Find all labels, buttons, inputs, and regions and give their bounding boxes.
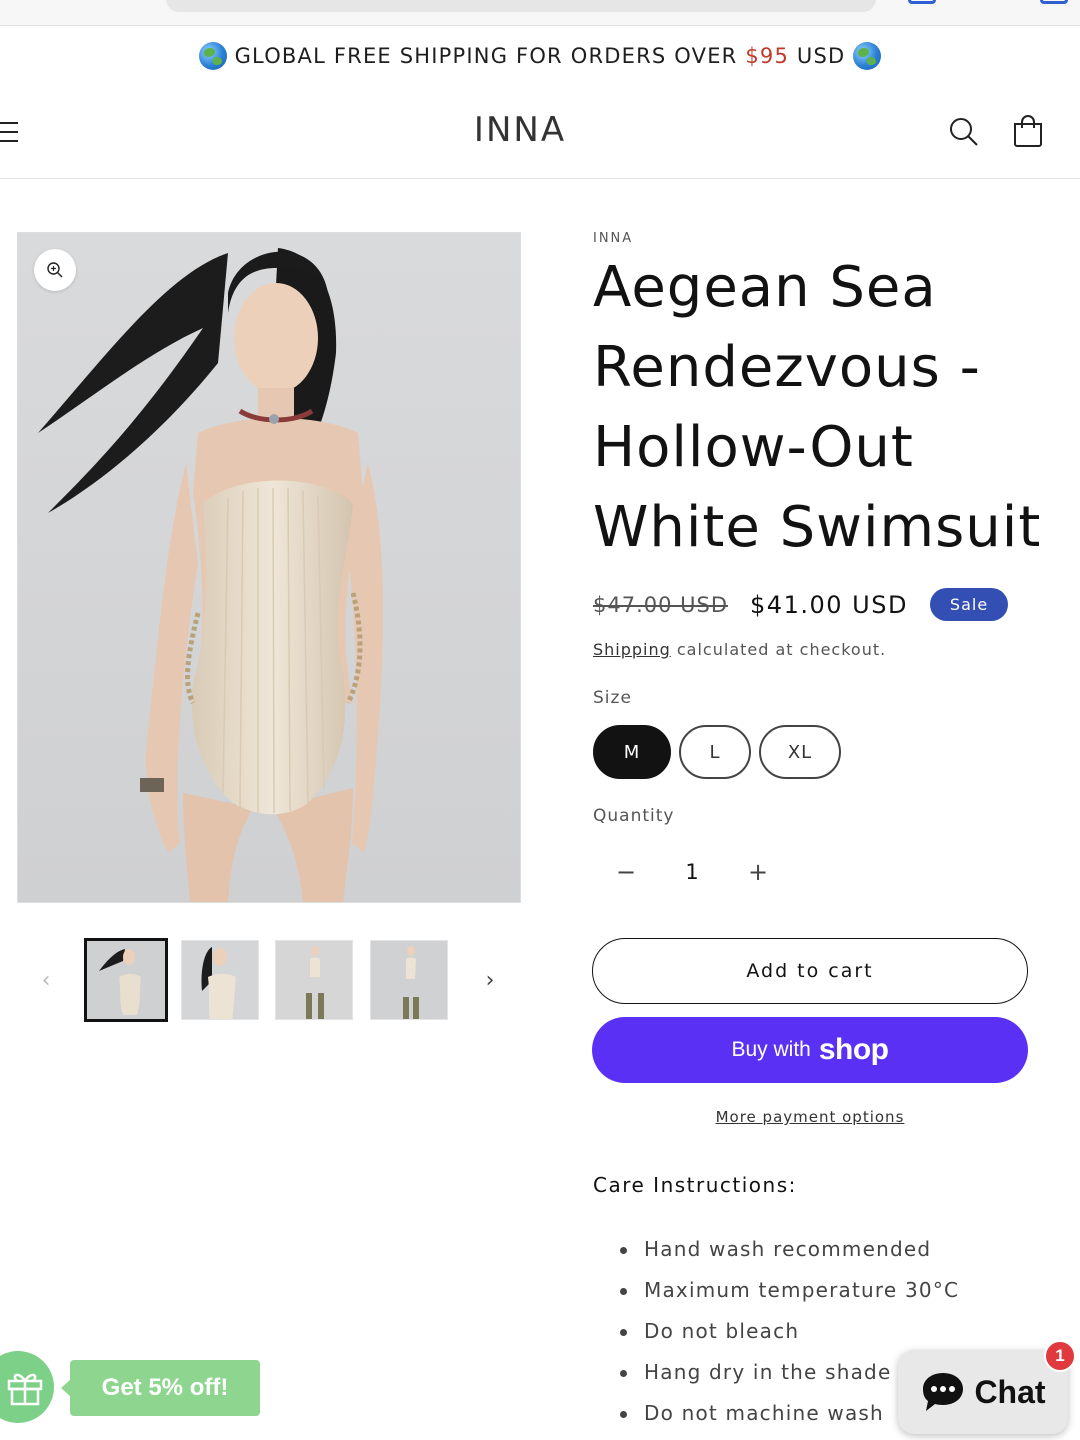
quantity-stepper: − 1 + [593, 840, 793, 904]
zoom-in-icon [47, 262, 63, 278]
product-title: Aegean Sea Rendezvous - Hollow-Out White… [593, 255, 1042, 560]
quantity-decrease-button[interactable]: − [593, 858, 659, 886]
zoom-button[interactable] [34, 249, 76, 291]
size-option-m[interactable]: M [593, 725, 671, 779]
browser-url-bar[interactable] [166, 0, 876, 12]
globe-icon [853, 42, 882, 70]
thumbnail-1[interactable] [84, 938, 168, 1022]
chevron-left-icon[interactable]: ‹ [36, 968, 56, 993]
more-payment-options-link[interactable]: More payment options [716, 1108, 905, 1126]
thumbnail-image [371, 941, 447, 1019]
browser-tab-icon[interactable] [1040, 0, 1068, 4]
sale-badge: Sale [929, 588, 1009, 621]
thumbnail-image [182, 941, 258, 1019]
thumbnail-image [276, 941, 352, 1019]
product-vendor: INNA [593, 231, 634, 246]
buy-with-label: Buy with [731, 1038, 811, 1061]
thumbnail-image [87, 941, 165, 1019]
browser-tab-icon[interactable] [908, 0, 936, 4]
buy-with-shop-button[interactable]: Buy with shop [592, 1017, 1028, 1083]
more-payment-options: More payment options [592, 1108, 1028, 1126]
chat-notification-badge: 1 [1044, 1340, 1076, 1372]
care-instructions-title: Care Instructions: [593, 1173, 797, 1197]
chat-widget-button[interactable]: Chat [898, 1350, 1068, 1434]
regular-price: $47.00 USD [593, 592, 729, 617]
size-label: Size [593, 688, 632, 708]
gift-icon [7, 1373, 43, 1406]
thumbnail-3[interactable] [275, 940, 353, 1020]
site-header: INNA [0, 86, 1080, 179]
shipping-link[interactable]: Shipping [593, 640, 671, 659]
gift-button[interactable] [0, 1351, 54, 1423]
chat-label: Chat [974, 1373, 1046, 1410]
thumbnail-slider: ‹ › [30, 938, 510, 1022]
shipping-note: Shipping calculated at checkout. [593, 640, 886, 659]
thumbnail-2[interactable] [181, 940, 259, 1020]
size-option-xl[interactable]: XL [759, 725, 841, 779]
globe-icon [198, 42, 227, 70]
thumbnail-4[interactable] [370, 940, 448, 1020]
quantity-label: Quantity [593, 806, 675, 826]
product-main-image[interactable] [17, 232, 521, 903]
chevron-right-icon[interactable]: › [480, 968, 500, 993]
size-option-l[interactable]: L [679, 725, 751, 779]
cart-icon[interactable] [1012, 114, 1044, 148]
price-row: $47.00 USD $41.00 USD Sale [593, 588, 1009, 621]
model-photo [38, 248, 384, 902]
size-options: M L XL [593, 725, 841, 779]
discount-promo-button[interactable]: Get 5% off! [61, 1360, 260, 1416]
list-item: Maximum temperature 30°C [620, 1270, 959, 1311]
shop-pay-logo: shop [818, 1033, 889, 1066]
quantity-input[interactable]: 1 [659, 860, 725, 884]
site-logo[interactable]: INNA [0, 110, 1040, 150]
announcement-bar: GLOBAL FREE SHIPPING FOR ORDERS OVER $95… [0, 26, 1080, 86]
browser-chrome [0, 0, 1080, 26]
shipping-text: calculated at checkout. [670, 640, 887, 659]
announcement-text: GLOBAL FREE SHIPPING FOR ORDERS OVER $95… [234, 44, 846, 68]
search-icon[interactable] [948, 116, 980, 148]
list-item: Hand wash recommended [620, 1229, 959, 1270]
list-item: Do not bleach [620, 1311, 959, 1352]
add-to-cart-button[interactable]: Add to cart [592, 938, 1028, 1004]
chat-bubble-icon [923, 1373, 964, 1411]
quantity-increase-button[interactable]: + [725, 858, 791, 886]
sale-price: $41.00 USD [750, 590, 908, 619]
